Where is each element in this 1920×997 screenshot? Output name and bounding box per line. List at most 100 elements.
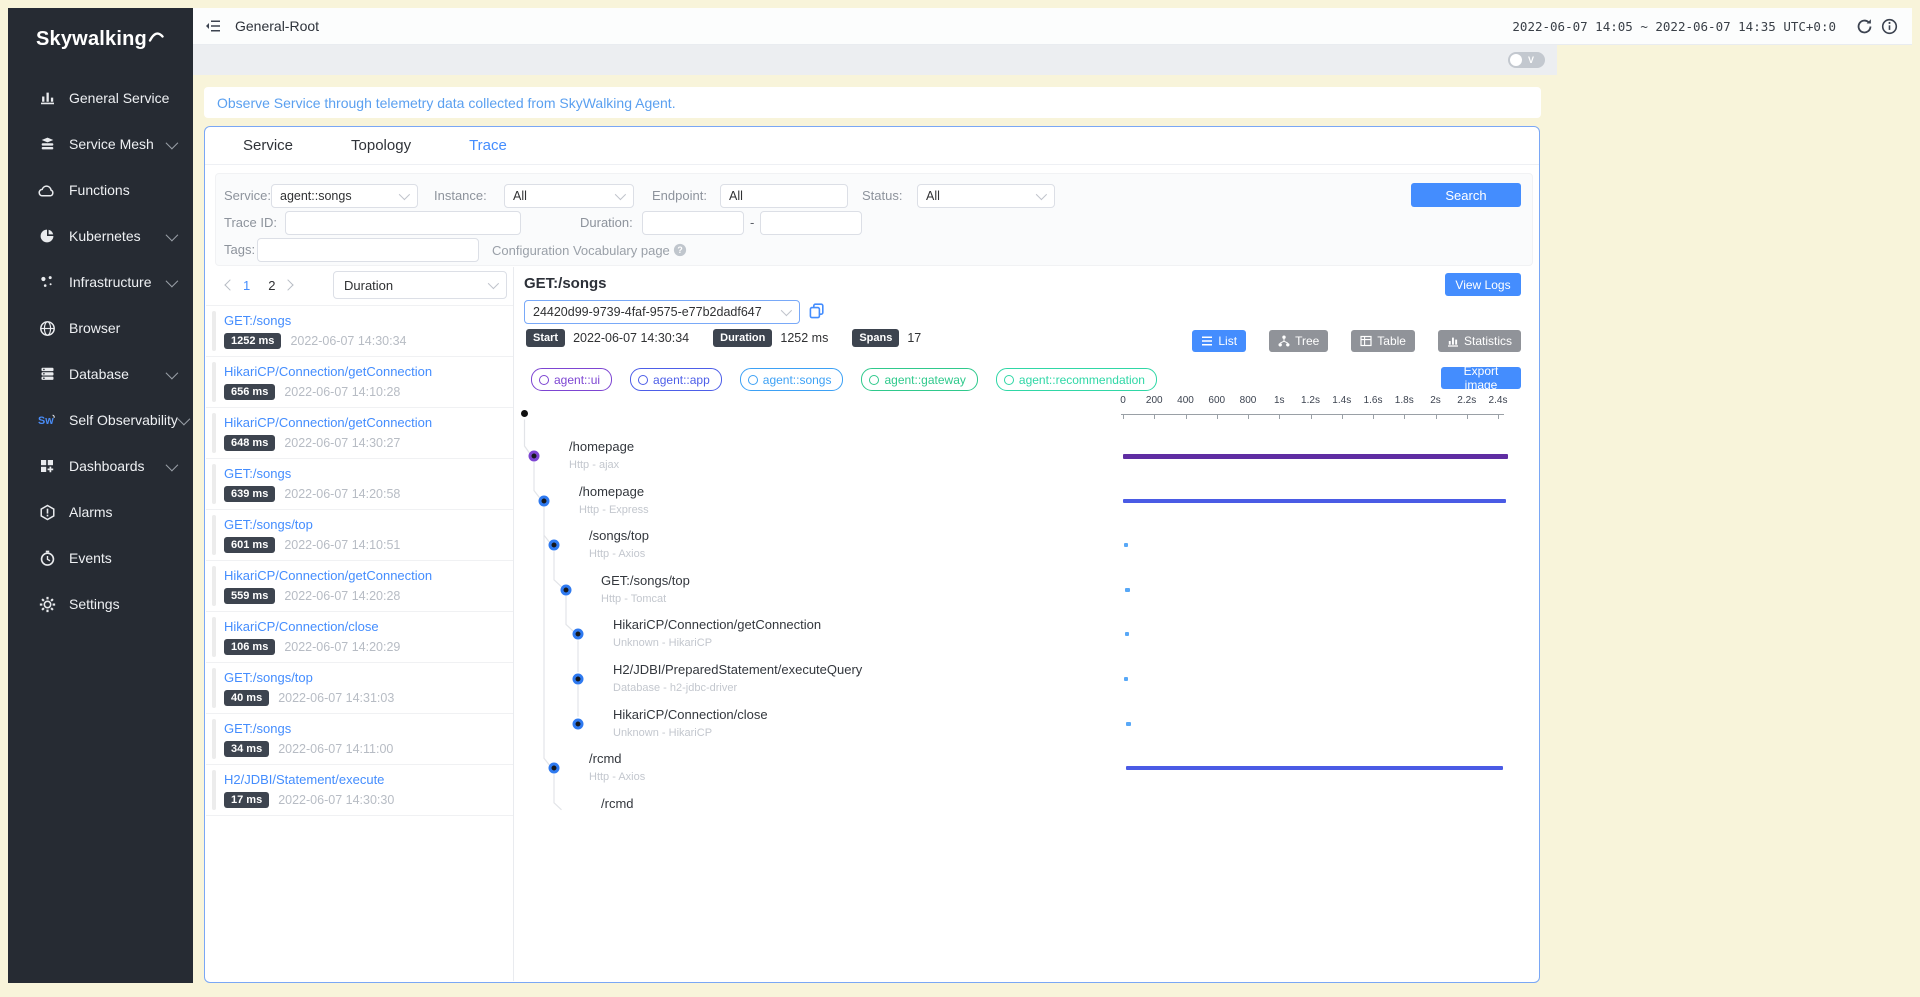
vocabulary-link[interactable]: Configuration Vocabulary page ? <box>492 238 687 262</box>
trace-list-item[interactable]: HikariCP/Connection/getConnection656 ms2… <box>206 356 513 407</box>
endpoint-input[interactable] <box>720 184 848 208</box>
sidebar-item-dashboards[interactable]: Dashboards <box>8 443 193 489</box>
trace-list-item[interactable]: H2/JDBI/Statement/execute17 ms2022-06-07… <box>206 764 513 816</box>
events-icon <box>38 550 56 567</box>
copy-icon[interactable] <box>809 303 825 324</box>
service-badge-agent-recommendation[interactable]: agent::recommendation <box>996 368 1157 391</box>
span-duration-bar[interactable] <box>1125 632 1129 636</box>
tab-trace[interactable]: Trace <box>463 128 513 163</box>
span-dot[interactable] <box>539 495 550 506</box>
span-dot[interactable] <box>549 763 560 774</box>
trace-list-item[interactable]: HikariCP/Connection/getConnection648 ms2… <box>206 407 513 458</box>
page-number-1[interactable]: 1 <box>243 278 250 293</box>
chevron-down-icon <box>166 136 179 149</box>
axis-tick-label: 1.2s <box>1301 395 1320 406</box>
search-button[interactable]: Search <box>1411 183 1521 207</box>
trace-list-item[interactable]: HikariCP/Connection/close106 ms2022-06-0… <box>206 611 513 662</box>
sidebar-item-events[interactable]: Events <box>8 535 193 581</box>
span-duration-bar[interactable] <box>1125 588 1129 592</box>
span-name[interactable]: H2/JDBI/PreparedStatement/executeQuery <box>613 662 862 677</box>
trace-item-timestamp: 2022-06-07 14:20:29 <box>284 640 400 654</box>
duration-max-input[interactable] <box>760 211 862 235</box>
sidebar-item-browser[interactable]: Browser <box>8 305 193 351</box>
sidebar-item-settings[interactable]: Settings <box>8 581 193 627</box>
tab-service[interactable]: Service <box>237 128 299 163</box>
span-name[interactable]: /homepage <box>569 439 634 454</box>
tags-label: Tags: <box>224 238 255 262</box>
collapse-sidebar-icon[interactable] <box>205 18 221 34</box>
version-toggle[interactable]: V <box>1508 52 1545 68</box>
view-statistics-button[interactable]: Statistics <box>1438 330 1521 352</box>
span-name[interactable]: /songs/top <box>589 528 649 543</box>
tab-topology[interactable]: Topology <box>345 128 417 163</box>
span-duration-bar[interactable] <box>1124 677 1128 681</box>
next-page-button[interactable] <box>283 279 294 290</box>
instance-select[interactable]: All <box>504 184 634 208</box>
view-list-button[interactable]: List <box>1192 330 1246 352</box>
service-badge-label: agent::recommendation <box>1019 373 1145 387</box>
sidebar-item-database[interactable]: Database <box>8 351 193 397</box>
trace-list-item[interactable]: GET:/songs/top40 ms2022-06-07 14:31:03 <box>206 662 513 713</box>
sort-select[interactable]: Duration <box>333 271 507 299</box>
trace-item-meta: 656 ms2022-06-07 14:10:28 <box>224 384 400 400</box>
span-dot[interactable] <box>573 718 584 729</box>
page-number-2[interactable]: 2 <box>268 278 275 293</box>
sidebar-item-label: Events <box>69 550 175 566</box>
span-duration-bar[interactable] <box>1126 766 1503 770</box>
view-table-button[interactable]: Table <box>1351 330 1415 352</box>
service-badge-agent-songs[interactable]: agent::songs <box>740 368 844 391</box>
span-duration-bar[interactable] <box>1124 543 1129 547</box>
trace-detail: GET:/songs View Logs 24420d99-9739-4faf-… <box>513 267 1538 981</box>
tab-bar: Service Topology Trace <box>205 127 1539 165</box>
export-image-button[interactable]: Export image <box>1441 367 1521 389</box>
span-dot[interactable] <box>529 451 540 462</box>
endpoint-label: Endpoint: <box>652 184 707 208</box>
time-range[interactable]: 2022-06-07 14:05 ~ 2022-06-07 14:35 UTC+… <box>1512 19 1836 34</box>
view-tree-button[interactable]: Tree <box>1269 330 1328 352</box>
tags-input[interactable] <box>257 238 479 262</box>
span-name[interactable]: HikariCP/Connection/getConnection <box>613 617 821 632</box>
span-dot[interactable] <box>573 629 584 640</box>
duration-min-input[interactable] <box>642 211 744 235</box>
info-icon[interactable] <box>1881 18 1898 35</box>
span-duration-bar[interactable] <box>1123 454 1508 459</box>
service-badge-agent-app[interactable]: agent::app <box>630 368 722 391</box>
span-name[interactable]: GET:/songs/top <box>601 573 690 588</box>
span-duration-bar[interactable] <box>1126 722 1130 726</box>
sidebar-item-functions[interactable]: Functions <box>8 167 193 213</box>
sidebar-item-alarms[interactable]: Alarms <box>8 489 193 535</box>
trace-list-item[interactable]: GET:/songs34 ms2022-06-07 14:11:00 <box>206 713 513 764</box>
sidebar-item-self-observability[interactable]: SwSelf Observability <box>8 397 193 443</box>
service-select[interactable]: agent::songs <box>271 184 418 208</box>
trace-item-meta: 601 ms2022-06-07 14:10:51 <box>224 537 400 553</box>
span-name[interactable]: HikariCP/Connection/close <box>613 707 768 722</box>
trace-item-accent <box>212 719 216 759</box>
sidebar-item-infrastructure[interactable]: Infrastructure <box>8 259 193 305</box>
sidebar-item-service-mesh[interactable]: Service Mesh <box>8 121 193 167</box>
trace-list-item[interactable]: GET:/songs1252 ms2022-06-07 14:30:34 <box>206 305 513 356</box>
duration-value: 1252 ms <box>780 331 828 345</box>
trace-item-accent <box>212 770 216 810</box>
span-dot[interactable] <box>549 540 560 551</box>
view-logs-button[interactable]: View Logs <box>1445 273 1521 296</box>
trace-list-item[interactable]: HikariCP/Connection/getConnection559 ms2… <box>206 560 513 611</box>
span-duration-bar[interactable] <box>1123 499 1506 503</box>
span-name[interactable]: /homepage <box>579 484 644 499</box>
trace-id-select[interactable]: 24420d99-9739-4faf-9575-e77b2dadf647 <box>524 300 800 324</box>
trace-list-item[interactable]: GET:/songs/top601 ms2022-06-07 14:10:51 <box>206 509 513 560</box>
span-dot[interactable] <box>561 584 572 595</box>
trace-id-input[interactable] <box>285 211 521 235</box>
trace-item-accent <box>212 566 216 606</box>
span-name[interactable]: /rcmd <box>601 796 634 811</box>
sidebar-item-general-service[interactable]: General Service <box>8 75 193 121</box>
service-badge-agent-ui[interactable]: agent::ui <box>531 368 612 391</box>
span-name[interactable]: /rcmd <box>589 751 622 766</box>
refresh-icon[interactable] <box>1856 18 1873 35</box>
span-dot[interactable] <box>573 674 584 685</box>
sidebar-item-kubernetes[interactable]: Kubernetes <box>8 213 193 259</box>
toggle-knob <box>1510 54 1522 66</box>
status-select[interactable]: All <box>917 184 1055 208</box>
service-badge-agent-gateway[interactable]: agent::gateway <box>861 368 977 391</box>
trace-item-duration-badge: 601 ms <box>224 537 275 553</box>
trace-list-item[interactable]: GET:/songs639 ms2022-06-07 14:20:58 <box>206 458 513 509</box>
